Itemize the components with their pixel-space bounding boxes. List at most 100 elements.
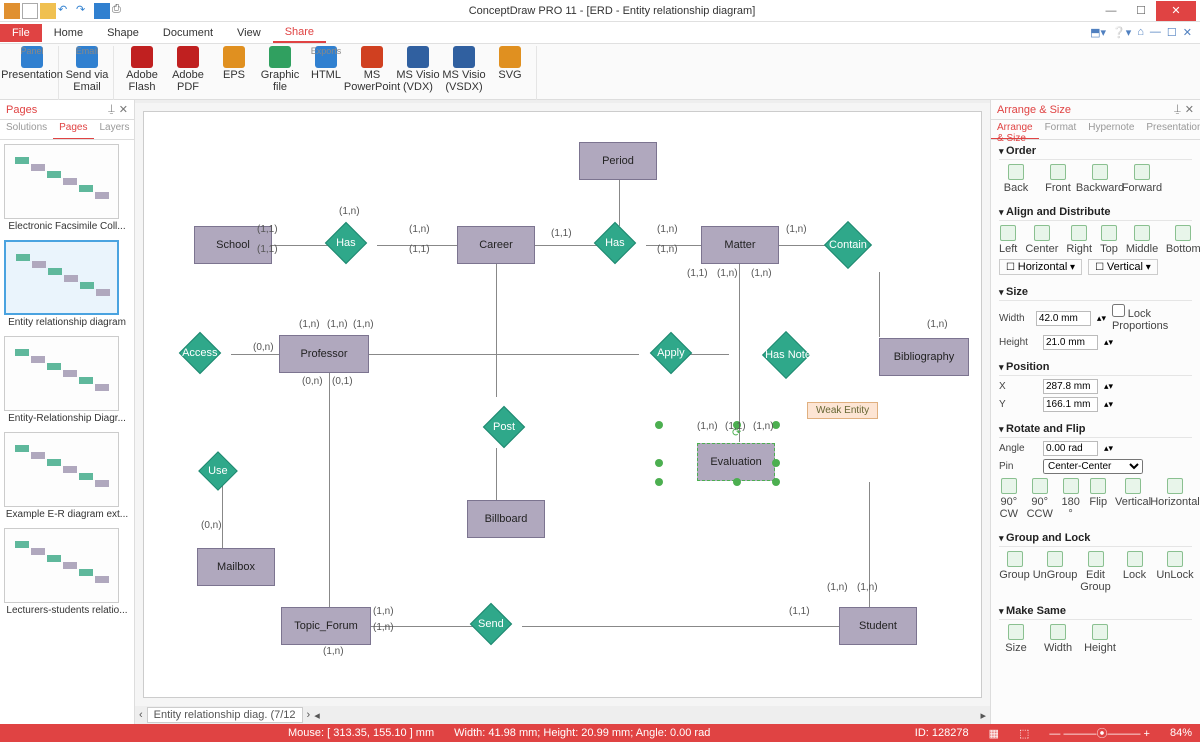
arrange-tab-format[interactable]: Format [1039,120,1083,139]
tab-scroll-right[interactable]: › [307,709,311,721]
order-back[interactable]: Back [999,164,1033,194]
order-section[interactable]: Order [999,143,1192,160]
group-unlock[interactable]: UnLock [1158,551,1192,593]
relation-has[interactable]: Has [325,222,367,264]
align-middle[interactable]: Middle [1126,225,1158,255]
relation-access[interactable]: Access [179,332,221,374]
align-center[interactable]: Center [1025,225,1058,255]
arrange-tab-presentation[interactable]: Presentation [1140,120,1200,139]
order-forward[interactable]: Forward [1125,164,1159,194]
same-width[interactable]: Width [1041,624,1075,654]
nav-up-icon[interactable]: ⌂ [1137,26,1144,39]
menu-tab-home[interactable]: Home [42,24,95,42]
rotate--cw[interactable]: 90° CW [999,478,1019,520]
entity-student[interactable]: Student [839,607,917,645]
width-input[interactable] [1036,311,1091,326]
rotate--[interactable]: 180 ° [1061,478,1081,520]
page-thumbnail[interactable]: Entity-Relationship Diagr... [4,336,130,424]
size-section[interactable]: Size [999,284,1192,301]
entity-evaluation[interactable]: Evaluation⟳ [697,443,775,481]
arrange-tab-arrange-size[interactable]: Arrange & Size [991,120,1039,139]
order-front[interactable]: Front [1041,164,1075,194]
entity-matter[interactable]: Matter [701,226,779,264]
ribbon-graphic-file[interactable]: Graphic file [258,46,302,93]
relation-send[interactable]: Send [470,603,512,645]
relation-apply[interactable]: Apply [650,332,692,374]
relation-post[interactable]: Post [483,406,525,448]
same-height[interactable]: Height [1083,624,1117,654]
menu-tab-shape[interactable]: Shape [95,24,151,42]
align-right[interactable]: Right [1066,225,1092,255]
page-thumbnail[interactable]: Lecturers-students relatio... [4,528,130,616]
rotate-flip[interactable]: Flip [1088,478,1108,520]
menu-tab-document[interactable]: Document [151,24,225,42]
makesame-section[interactable]: Make Same [999,603,1192,620]
group-lock[interactable]: Lock [1119,551,1150,593]
scrollbar-right[interactable]: ▸ [980,709,986,722]
ribbon-ms-visio-vdx-[interactable]: MS Visio (VDX) [396,46,440,93]
store-icon[interactable]: ⬒▾ [1090,26,1106,39]
rotate-vertical[interactable]: Vertical [1116,478,1150,520]
height-input[interactable] [1043,335,1098,350]
close-button[interactable]: ✕ [1156,1,1196,21]
vertical-distribute[interactable]: ☐ Vertical ▾ [1088,259,1158,275]
pages-tab-pages[interactable]: Pages [53,120,93,139]
page-thumbnail[interactable]: Electronic Facsimile Coll... [4,144,130,232]
nav-close-icon[interactable]: ✕ [1183,26,1192,39]
ribbon-eps[interactable]: EPS [212,46,256,93]
position-section[interactable]: Position [999,359,1192,376]
rotate-section[interactable]: Rotate and Flip [999,421,1192,438]
nav-min-icon[interactable]: — [1150,26,1161,39]
pages-tab-layers[interactable]: Layers [94,120,136,139]
print-icon[interactable]: ⎙ [112,3,128,19]
entity-bibliography[interactable]: Bibliography [879,338,969,376]
relation-has[interactable]: Has [594,222,636,264]
group-ungroup[interactable]: UnGroup [1038,551,1072,593]
nav-max-icon[interactable]: ☐ [1167,26,1177,39]
view-mode-icon[interactable]: ▦ [989,727,999,740]
rotate--ccw[interactable]: 90° CCW [1027,478,1053,520]
entity-period[interactable]: Period [579,142,657,180]
pin-icon[interactable]: ⍊ [1174,103,1181,116]
zoom-slider[interactable]: — ———⦿——— + [1049,725,1150,741]
ribbon-ms-powerpoint[interactable]: MS PowerPoint [350,46,394,93]
help-icon[interactable]: ❔▾ [1112,26,1131,39]
same-size[interactable]: Size [999,624,1033,654]
page-thumbnail[interactable]: Example E-R diagram ext... [4,432,130,520]
pin-icon[interactable]: ⍊ [108,103,115,116]
scrollbar-left[interactable]: ◂ [314,709,320,722]
arrange-tab-hypernote[interactable]: Hypernote [1082,120,1140,139]
drawing-canvas[interactable]: PeriodSchoolCareerMatterProfessorBibliog… [143,111,982,698]
menu-tab-file[interactable]: File [0,24,42,42]
entity-mailbox[interactable]: Mailbox [197,548,275,586]
save-icon[interactable] [94,3,110,19]
entity-topic[interactable]: Topic_Forum [281,607,371,645]
undo-icon[interactable]: ↶ [58,3,74,19]
rotate-horizontal[interactable]: Horizontal [1158,478,1192,520]
angle-input[interactable] [1043,441,1098,456]
entity-professor[interactable]: Professor [279,335,369,373]
align-top[interactable]: Top [1100,225,1118,255]
zoom-fit-icon[interactable]: ⬚ [1019,727,1029,740]
relation-contain[interactable]: Contain [824,221,872,269]
order-backward[interactable]: Backward [1083,164,1117,194]
relation-use[interactable]: Use [198,451,238,491]
close-panel-icon[interactable]: ✕ [1185,103,1194,116]
ribbon-ms-visio-vsdx-[interactable]: MS Visio (VSDX) [442,46,486,93]
group-edit-group[interactable]: Edit Group [1080,551,1111,593]
open-icon[interactable] [40,3,56,19]
horizontal-distribute[interactable]: ☐ Horizontal ▾ [999,259,1082,275]
tab-scroll-left[interactable]: ‹ [139,709,143,721]
lock-proportions-checkbox[interactable] [1112,304,1125,317]
ribbon-adobe-pdf[interactable]: Adobe PDF [166,46,210,93]
align-section[interactable]: Align and Distribute [999,204,1192,221]
entity-billboard[interactable]: Billboard [467,500,545,538]
group-section[interactable]: Group and Lock [999,530,1192,547]
pages-tab-solutions[interactable]: Solutions [0,120,53,139]
menu-tab-share[interactable]: Share [273,23,326,43]
align-bottom[interactable]: Bottom [1166,225,1200,255]
close-panel-icon[interactable]: ✕ [119,103,128,116]
redo-icon[interactable]: ↷ [76,3,92,19]
align-left[interactable]: Left [999,225,1017,255]
entity-career[interactable]: Career [457,226,535,264]
